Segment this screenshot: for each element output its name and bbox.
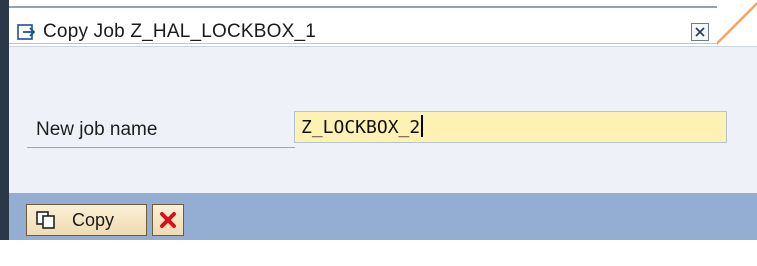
copy-dialog-icon: [17, 22, 37, 42]
label-underline: [27, 147, 295, 148]
text-caret: [421, 115, 424, 137]
copy-button[interactable]: Copy: [26, 204, 147, 236]
bottom-strip: [0, 240, 757, 266]
copy-button-label: Copy: [72, 210, 115, 230]
copy-icon: [36, 211, 56, 229]
cancel-icon: [160, 212, 176, 228]
dialog-title: Copy Job Z_HAL_LOCKBOX_1: [43, 21, 317, 42]
dialog-titlebar: Copy Job Z_HAL_LOCKBOX_1: [9, 0, 757, 46]
close-button[interactable]: [691, 23, 709, 41]
title-decoration: [717, 0, 757, 46]
copy-job-dialog: Copy Job Z_HAL_LOCKBOX_1 New job name Z_…: [0, 0, 757, 266]
cancel-button[interactable]: [152, 204, 184, 236]
close-icon: [695, 27, 705, 37]
new-job-name-label: New job name: [36, 119, 158, 140]
dialog-content: New job name Z_LOCKBOX_2: [9, 46, 757, 193]
input-value: Z_LOCKBOX_2: [301, 117, 421, 138]
window-frame-left: [0, 0, 9, 240]
new-job-name-input[interactable]: Z_LOCKBOX_2: [294, 111, 727, 143]
title-tab: Copy Job Z_HAL_LOCKBOX_1: [9, 6, 734, 44]
button-bar: Copy: [9, 193, 757, 240]
